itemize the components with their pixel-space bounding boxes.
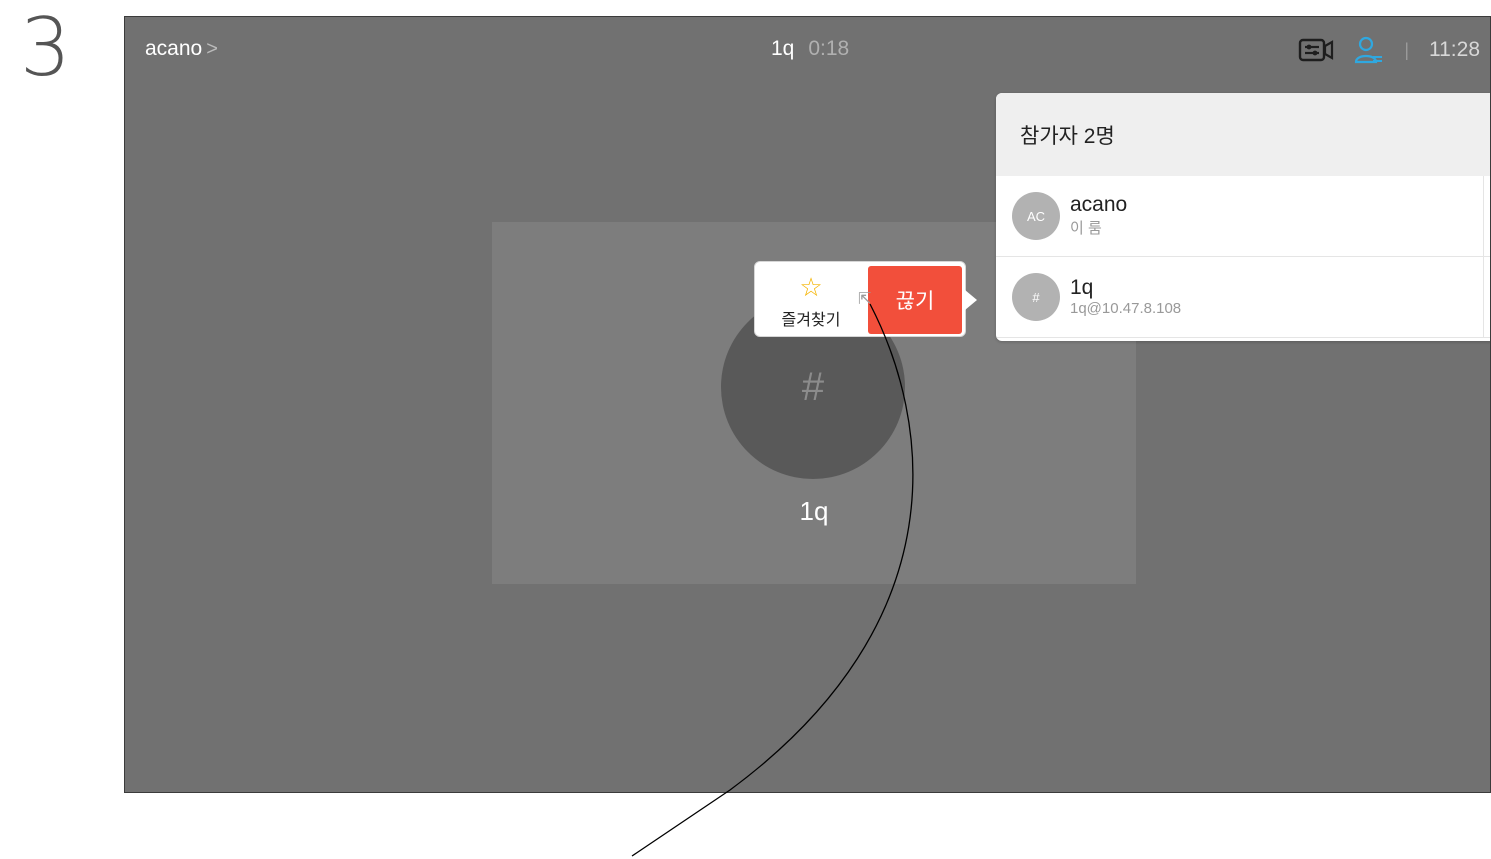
status-tray: | 11:28 — [1298, 35, 1480, 65]
divider — [1483, 257, 1484, 337]
participant-row[interactable]: AC acano 이 룸 — [996, 176, 1490, 257]
call-info: 1q 0:18 — [771, 37, 849, 61]
step-number: 3 — [20, 1, 71, 94]
participants-panel: 참가자 2명 AC acano 이 룸 # 1q 1q@10.47.8.108 — [996, 93, 1490, 341]
divider — [1483, 176, 1484, 256]
end-call-button[interactable]: 끊기 — [868, 266, 962, 334]
participant-subtitle: 1q@10.47.8.108 — [1070, 299, 1182, 317]
favorite-label: 즐겨찾기 — [781, 312, 841, 329]
participants-icon[interactable] — [1354, 35, 1384, 65]
tray-separator: | — [1404, 39, 1409, 60]
participant-name: 1q — [1070, 276, 1094, 300]
clock: 11:28 — [1429, 38, 1480, 61]
breadcrumb[interactable]: acano > — [145, 37, 218, 61]
participant-row[interactable]: # 1q 1q@10.47.8.108 — [996, 257, 1490, 338]
star-icon: ☆ — [799, 272, 823, 302]
pointer-cursor-icon: ⇱ — [858, 291, 872, 308]
participant-avatar: AC — [1012, 192, 1060, 240]
panel-title: 참가자 2명 — [996, 93, 1490, 176]
call-duration: 0:18 — [808, 37, 850, 60]
breadcrumb-label: acano — [145, 37, 203, 60]
layout-control-icon[interactable] — [1298, 37, 1334, 63]
favorite-button[interactable]: ☆ 즐겨찾기 — [763, 270, 859, 334]
top-bar: acano > 1q 0:18 | 11:28 — [125, 17, 1490, 81]
participant-subtitle: 이 룸 — [1070, 219, 1102, 237]
chevron-right-icon: > — [206, 37, 218, 60]
participant-name: acano — [1070, 193, 1128, 217]
call-name: 1q — [771, 37, 795, 60]
participant-avatar: # — [1012, 273, 1060, 321]
tile-name: 1q — [799, 496, 829, 526]
call-screen: acano > 1q 0:18 | 11:28 # 1q ☆ 즐겨찾기 끊기 ⇱… — [124, 16, 1491, 793]
